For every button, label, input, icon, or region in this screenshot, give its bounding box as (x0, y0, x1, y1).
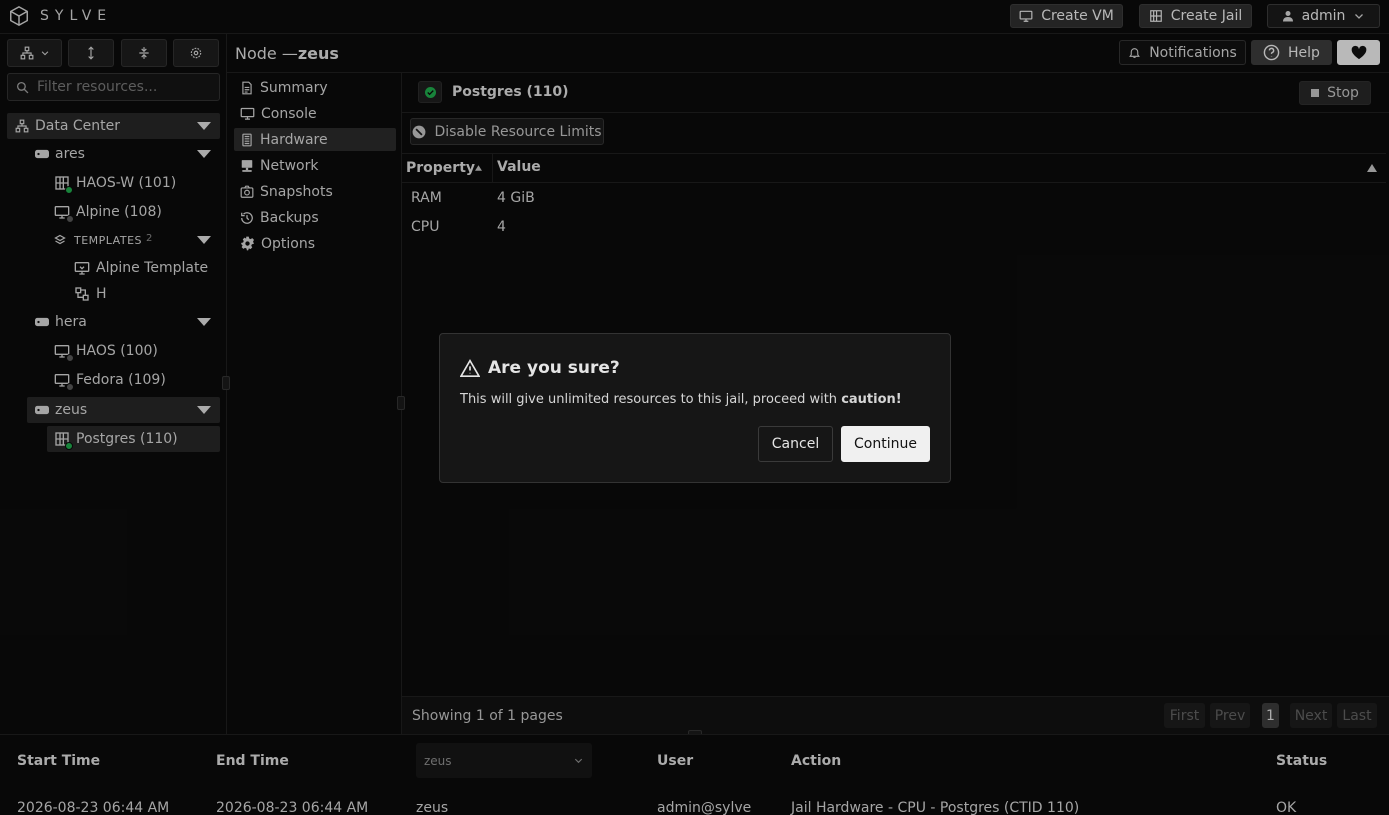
confirm-dialog: Are you sure? This will give unlimited r… (439, 333, 951, 483)
dialog-title: Are you sure? (460, 358, 620, 378)
warning-icon (460, 359, 480, 377)
dialog-message: This will give unlimited resources to th… (460, 392, 902, 407)
continue-button[interactable]: Continue (841, 426, 930, 462)
cancel-button[interactable]: Cancel (758, 426, 833, 462)
